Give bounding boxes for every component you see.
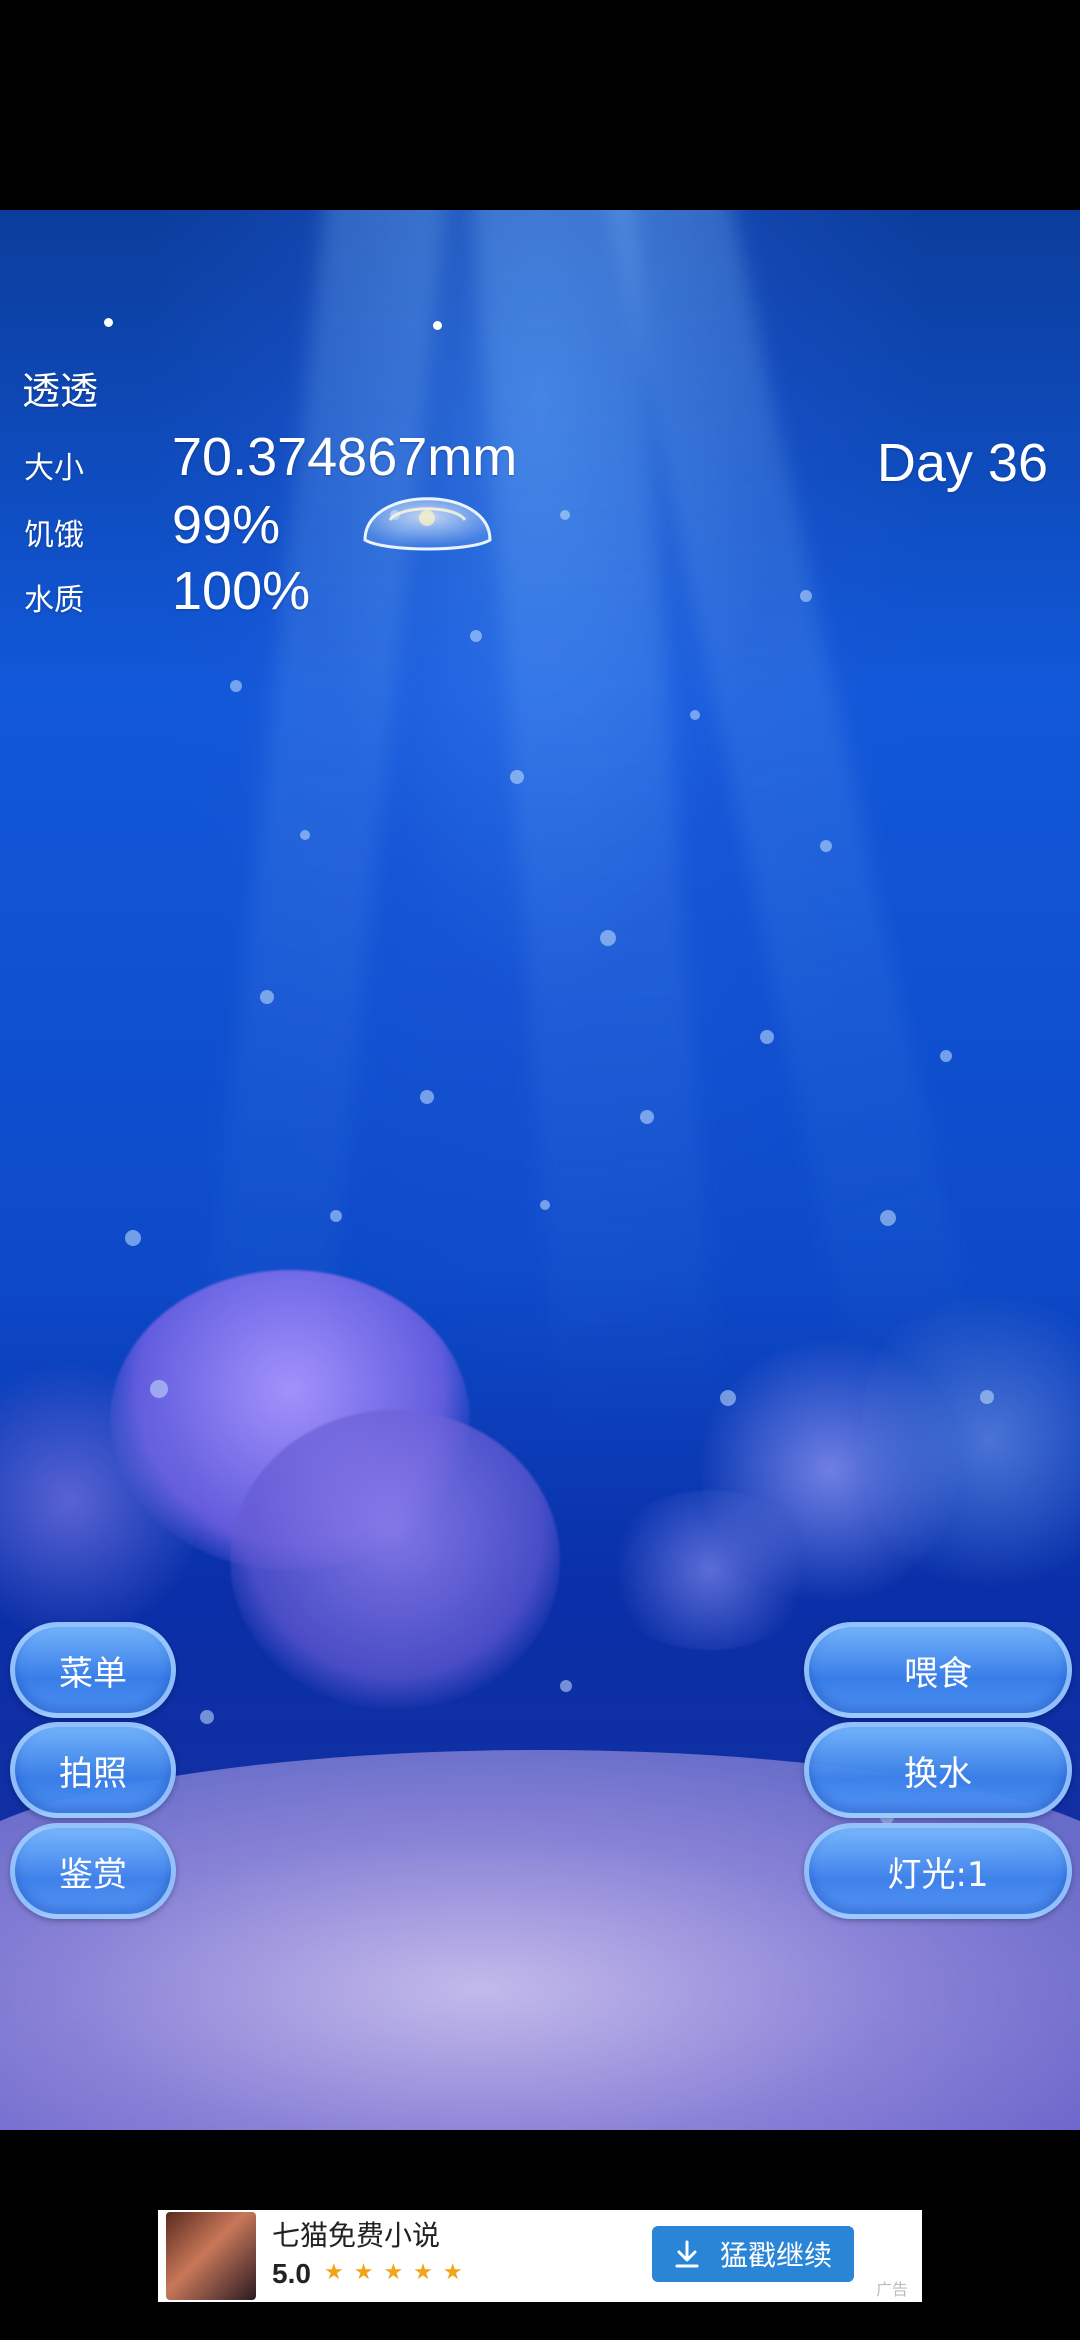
stat-label-water-quality: 水质 bbox=[24, 583, 84, 618]
bubble bbox=[940, 1050, 952, 1062]
bubble bbox=[470, 630, 482, 642]
appreciate-button[interactable]: 鉴赏 bbox=[10, 1823, 176, 1919]
bubble bbox=[760, 1030, 774, 1044]
bubble bbox=[880, 1210, 896, 1226]
bubble bbox=[600, 930, 616, 946]
ad-thumbnail bbox=[166, 2212, 256, 2300]
bubble bbox=[125, 1230, 141, 1246]
bubble bbox=[980, 1390, 994, 1404]
indicator-dot bbox=[433, 321, 442, 330]
menu-button[interactable]: 菜单 bbox=[10, 1622, 176, 1718]
ad-stars: ★★★★★ bbox=[324, 2260, 473, 2285]
stat-value-hunger: 99% bbox=[172, 495, 281, 555]
feed-button[interactable]: 喂食 bbox=[804, 1622, 1072, 1718]
stat-value-water-quality: 100% bbox=[172, 561, 311, 621]
light-button[interactable]: 灯光:1 bbox=[804, 1823, 1072, 1919]
download-icon bbox=[675, 2240, 699, 2268]
ad-banner[interactable]: 七猫免费小说 5.0 ★★★★★ 猛戳继续 广告 bbox=[158, 2210, 922, 2302]
bubble bbox=[560, 1680, 572, 1692]
coral-left-lower bbox=[230, 1410, 560, 1710]
day-counter: Day 36 bbox=[876, 433, 1048, 493]
ad-cta-button[interactable]: 猛戳继续 bbox=[652, 2226, 854, 2282]
change-water-button[interactable]: 换水 bbox=[804, 1722, 1072, 1818]
bubble bbox=[420, 1090, 434, 1104]
indicator-dot bbox=[104, 318, 113, 327]
bubble bbox=[230, 680, 242, 692]
bubble bbox=[540, 1200, 550, 1210]
ad-rating: 5.0 bbox=[272, 2258, 311, 2289]
bubble bbox=[820, 840, 832, 852]
stat-label-size: 大小 bbox=[24, 451, 84, 486]
ad-title: 七猫免费小说 bbox=[272, 2219, 441, 2252]
bubble bbox=[690, 710, 700, 720]
bubble bbox=[330, 1210, 342, 1222]
stat-label-hunger: 饥饿 bbox=[24, 518, 84, 553]
coral-right-small bbox=[600, 1490, 820, 1650]
game-screen: 透透 大小 70.374867mm 饥饿 99% 水质 100% Day 36 … bbox=[0, 0, 1080, 2340]
bubble bbox=[510, 770, 524, 784]
stat-value-size: 70.374867mm bbox=[172, 427, 518, 487]
ad-cta-label: 猛戳继续 bbox=[719, 2239, 832, 2272]
bubble bbox=[150, 1380, 168, 1398]
pet-name: 透透 bbox=[22, 369, 99, 413]
bubble bbox=[800, 590, 812, 602]
bubble bbox=[560, 510, 570, 520]
bubble bbox=[720, 1390, 736, 1406]
bubble bbox=[640, 1110, 654, 1124]
bubble bbox=[260, 990, 274, 1004]
photo-button[interactable]: 拍照 bbox=[10, 1722, 176, 1818]
ad-tag: 广告 bbox=[875, 2280, 908, 2299]
bubble bbox=[300, 830, 310, 840]
bubble bbox=[200, 1710, 214, 1724]
